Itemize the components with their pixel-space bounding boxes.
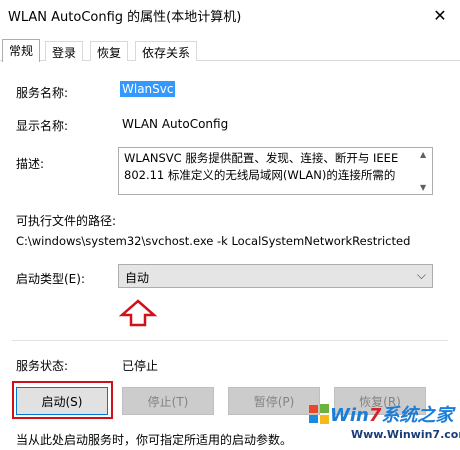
startup-type-select[interactable]: 自动 ⌵ bbox=[118, 264, 433, 288]
stop-button[interactable]: 停止(T) bbox=[122, 387, 214, 415]
watermark-brand-post: 系统之家 bbox=[381, 405, 454, 426]
exec-path-label: 可执行文件的路径: bbox=[16, 214, 117, 228]
chevron-down-icon: ⌵ bbox=[416, 268, 426, 282]
title-bar: WLAN AutoConfig 的属性(本地计算机) ✕ bbox=[0, 0, 460, 30]
startup-type-label: 启动类型(E): bbox=[16, 272, 85, 286]
description-box[interactable]: WLANSVC 服务提供配置、发现、连接、断开与 IEEE 802.11 标准定… bbox=[118, 147, 433, 195]
tab-general[interactable]: 常规 bbox=[2, 39, 41, 62]
watermark-brand-pre: Win bbox=[330, 405, 369, 426]
description-scrollbar[interactable]: ▲ ▼ bbox=[418, 148, 432, 194]
up-arrow-icon bbox=[118, 299, 158, 327]
service-status-value: 已停止 bbox=[122, 359, 159, 373]
tab-strip: 常规 登录 恢复 依存关系 bbox=[0, 39, 460, 62]
service-name-value[interactable]: WlanSvc bbox=[120, 81, 176, 97]
close-icon: ✕ bbox=[433, 5, 447, 25]
description-label: 描述: bbox=[16, 157, 45, 171]
footer-note: 当从此处启动服务时，你可指定所适用的启动参数。 bbox=[16, 433, 293, 447]
service-name-text: WlanSvc bbox=[120, 81, 176, 97]
startup-type-value: 自动 bbox=[125, 271, 150, 285]
windows-logo-icon bbox=[309, 404, 329, 424]
start-button[interactable]: 启动(S) bbox=[16, 387, 108, 415]
watermark-brand: Win7系统之家 bbox=[330, 401, 453, 427]
exec-path-value: C:\windows\system32\svchost.exe -k Local… bbox=[16, 234, 411, 248]
scroll-down-icon[interactable]: ▼ bbox=[420, 183, 426, 192]
tab-logon[interactable]: 登录 bbox=[45, 41, 84, 61]
separator bbox=[12, 340, 448, 341]
description-line-1: WLANSVC 服务提供配置、发现、连接、断开与 IEEE bbox=[124, 151, 399, 165]
service-status-label: 服务状态: bbox=[16, 359, 69, 373]
window-title: WLAN AutoConfig 的属性(本地计算机) bbox=[8, 10, 242, 25]
service-name-label: 服务名称: bbox=[16, 86, 69, 100]
scroll-up-icon[interactable]: ▲ bbox=[420, 150, 426, 159]
display-name-value[interactable]: WLAN AutoConfig bbox=[122, 117, 228, 131]
description-line-2: 802.11 标准定义的无线局域网(WLAN)的连接所需的 bbox=[124, 168, 396, 182]
display-name-label: 显示名称: bbox=[16, 119, 69, 133]
tab-recovery[interactable]: 恢复 bbox=[90, 41, 129, 61]
watermark: Win7系统之家 Www.Winwin7.com bbox=[306, 395, 460, 450]
tab-dependencies[interactable]: 依存关系 bbox=[135, 41, 198, 61]
watermark-brand-seven: 7 bbox=[368, 405, 382, 426]
close-button[interactable]: ✕ bbox=[420, 0, 460, 30]
description-text: WLANSVC 服务提供配置、发现、连接、断开与 IEEE 802.11 标准定… bbox=[124, 150, 414, 184]
watermark-url: Www.Winwin7.com bbox=[351, 428, 460, 441]
